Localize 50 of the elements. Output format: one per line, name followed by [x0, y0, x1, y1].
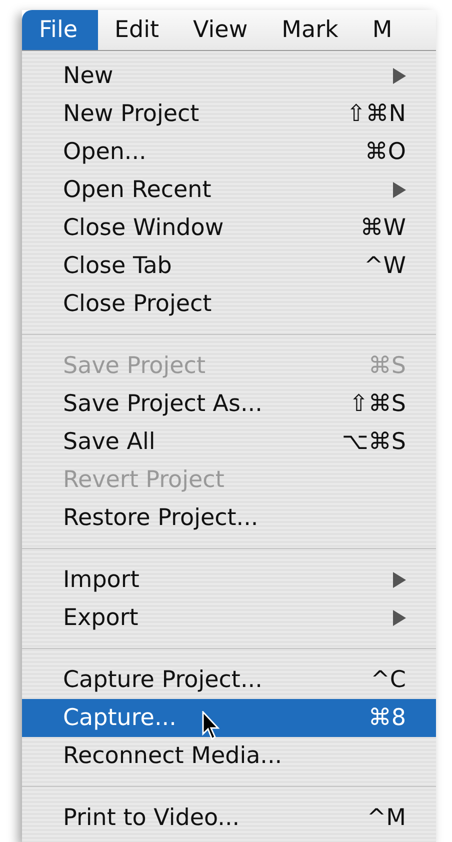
menu-item[interactable]: Export — [22, 599, 436, 637]
menu-item-label: Close Project — [63, 291, 212, 317]
menu-item-label: Open Recent — [63, 177, 212, 203]
menu-item-label: Import — [63, 567, 140, 593]
menu-item[interactable]: Close Window ⌘W — [22, 209, 436, 247]
menu-item-label: Save Project — [63, 353, 206, 379]
menu-item-label: Print to Video... — [63, 805, 240, 831]
menu-item-label: Capture Project... — [63, 667, 262, 693]
menu-item[interactable]: Save Project As... ⇧⌘S — [22, 385, 436, 423]
menu-item-label: Save Project As... — [63, 391, 262, 417]
menu-item[interactable]: Print to Video... ^M — [22, 799, 436, 837]
menu-item-label: Save All — [63, 429, 156, 455]
menu-title[interactable]: Edit — [98, 10, 176, 50]
menu-item[interactable]: New Project ⇧⌘N — [22, 95, 436, 133]
menu-item[interactable]: Capture Project... ^C — [22, 661, 436, 699]
menu-item[interactable]: New — [22, 57, 436, 95]
menu-title[interactable]: M — [355, 10, 410, 50]
mouse-pointer-icon — [202, 711, 222, 741]
menu-item[interactable]: Open Recent — [22, 171, 436, 209]
menu-item[interactable]: Import — [22, 561, 436, 599]
menu-item[interactable]: Close Project — [22, 285, 436, 323]
menu-title[interactable]: View — [176, 10, 265, 50]
shortcut-label: ^W — [364, 253, 406, 279]
shortcut-label: ^M — [366, 805, 406, 831]
menu-item-label: Revert Project — [63, 467, 224, 493]
menu-item[interactable]: Capture... ⌘8 — [22, 699, 436, 737]
shortcut-label: ⌥⌘S — [342, 429, 406, 455]
menu-item[interactable]: Close Tab ^W — [22, 247, 436, 285]
shortcut-label: ⌘S — [368, 353, 406, 379]
menu-title[interactable]: File — [22, 10, 98, 50]
shortcut-label: ⌘W — [360, 215, 406, 241]
menu-item-label: Export — [63, 605, 138, 631]
menu-item-label: Restore Project... — [63, 505, 258, 531]
menu-item-label: Open... — [63, 139, 146, 165]
shortcut-label: ⌘O — [364, 139, 406, 165]
menu-title[interactable]: Mark — [264, 10, 356, 50]
shortcut-label: ⇧⌘S — [349, 391, 406, 417]
menu-item-label: Close Window — [63, 215, 224, 241]
menu-item-label: New Project — [63, 101, 200, 127]
menu-item-label: Close Tab — [63, 253, 172, 279]
menu-item[interactable]: Reconnect Media... — [22, 737, 436, 775]
menu-item-label: Capture... — [63, 705, 176, 731]
menu-item[interactable]: Open... ⌘O — [22, 133, 436, 171]
menu-item[interactable]: Save All ⌥⌘S — [22, 423, 436, 461]
menu-item[interactable]: Restore Project... — [22, 499, 436, 537]
shortcut-label: ⌘8 — [368, 705, 406, 731]
shortcut-label: ⇧⌘N — [346, 101, 406, 127]
shortcut-label: ^C — [370, 667, 406, 693]
menu-item-label: Reconnect Media... — [63, 743, 282, 769]
menu-item-label: New — [63, 63, 114, 89]
